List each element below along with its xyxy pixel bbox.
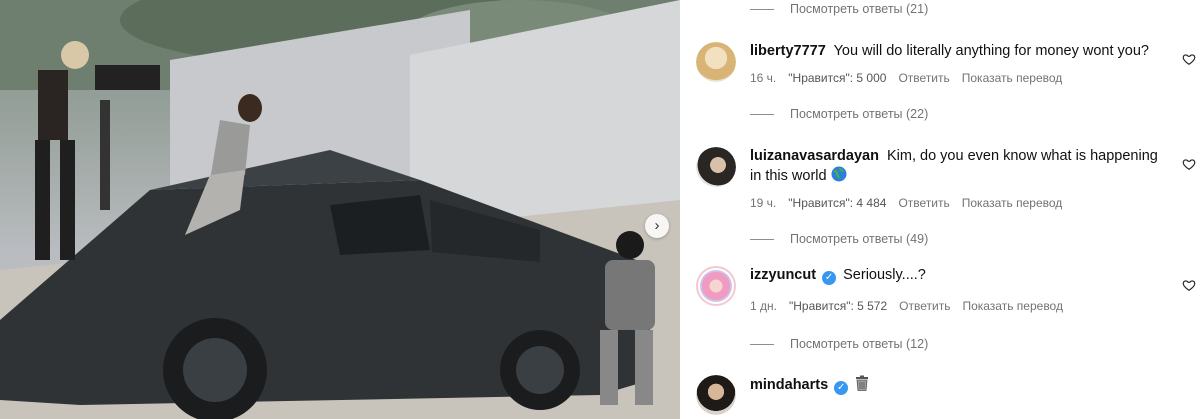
avatar[interactable] [696,147,736,187]
view-replies-link[interactable]: Посмотреть ответы (12) [750,337,928,351]
show-translation-button[interactable]: Показать перевод [962,299,1063,313]
comment-username[interactable]: mindaharts [750,377,828,393]
show-translation-button[interactable]: Показать перевод [962,71,1063,85]
comment-meta: 19 ч. "Нравится": 4 484 Ответить Показат… [750,196,1062,210]
comment-text: luizanavasardayan Kim, do you even know … [750,147,1170,186]
comment-text: mindaharts ✓ [750,375,1170,395]
next-photo-button[interactable]: › [645,214,669,238]
comment-username[interactable]: luizanavasardayan [750,148,879,164]
view-replies-link[interactable]: Посмотреть ответы (21) [750,2,928,16]
dark-hair-user-avatar [696,147,736,187]
replies-divider [750,113,774,115]
avatar[interactable] [696,266,736,306]
view-replies-label: Посмотреть ответы (49) [790,232,929,246]
comment-meta: 1 дн. "Нравится": 5 572 Ответить Показат… [750,299,1063,313]
comments-panel: Посмотреть ответы (21) liberty7777 You w… [680,0,1200,419]
heart-icon[interactable] [1182,157,1196,171]
heart-icon[interactable] [1182,278,1196,292]
comment-content: Kim, do you even know what is happening [887,148,1158,164]
show-translation-button[interactable]: Показать перевод [962,196,1063,210]
replies-divider [750,8,774,10]
comment-meta: 16 ч. "Нравится": 5 000 Ответить Показат… [750,71,1062,85]
comment-text: izzyuncut ✓ Seriously....? [750,266,1170,285]
chevron-right-icon: › [654,217,660,234]
reply-button[interactable]: Ответить [898,71,949,85]
view-replies-label: Посмотреть ответы (22) [790,107,929,121]
avatar[interactable] [696,375,736,415]
comment-content-line2: in this world [750,168,827,184]
globe-emoji [831,166,847,182]
comment-content: Seriously....? [843,267,926,283]
pink-hair-user-avatar [700,270,732,302]
comment-time: 19 ч. [750,196,777,210]
replies-divider [750,238,774,240]
comment-likes[interactable]: "Нравится": 5 572 [789,299,887,313]
comment-content: You will do literally anything for money… [833,43,1149,59]
heart-icon[interactable] [1182,52,1196,66]
verified-badge-icon: ✓ [822,271,837,285]
trash-can-emoji [856,375,869,391]
reply-button[interactable]: Ответить [898,196,949,210]
verified-badge-icon: ✓ [834,381,849,395]
comment-username[interactable]: liberty7777 [750,43,826,59]
comment-time: 16 ч. [750,71,777,85]
replies-divider [750,343,774,345]
post-photo: › [0,0,680,419]
comment-likes[interactable]: "Нравится": 4 484 [788,196,886,210]
cybertruck-photo-illustration [0,0,680,419]
reply-button[interactable]: Ответить [899,299,950,313]
avatar[interactable] [696,42,736,82]
view-replies-link[interactable]: Посмотреть ответы (22) [750,107,928,121]
comment-username[interactable]: izzyuncut [750,267,816,283]
view-replies-link[interactable]: Посмотреть ответы (49) [750,232,928,246]
view-replies-label: Посмотреть ответы (21) [790,2,929,16]
blonde-user-avatar [696,42,736,82]
comment-likes[interactable]: "Нравится": 5 000 [788,71,886,85]
woman-user-avatar [696,375,736,415]
view-replies-label: Посмотреть ответы (12) [790,337,929,351]
comment-time: 1 дн. [750,299,777,313]
comment-text: liberty7777 You will do literally anythi… [750,42,1170,61]
